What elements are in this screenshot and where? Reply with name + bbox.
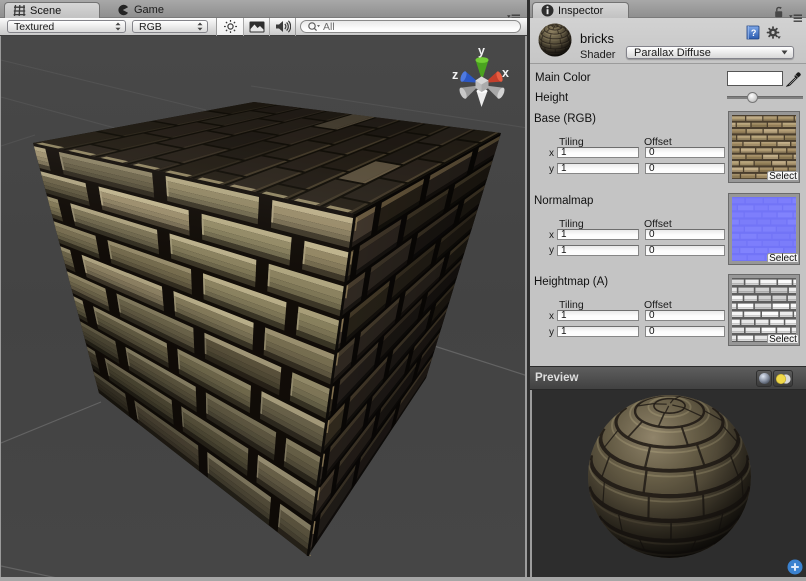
svg-text:z: z — [452, 68, 458, 82]
svg-text:x: x — [502, 66, 509, 80]
svg-text:?: ? — [751, 28, 757, 38]
svg-text:y: y — [478, 44, 485, 58]
